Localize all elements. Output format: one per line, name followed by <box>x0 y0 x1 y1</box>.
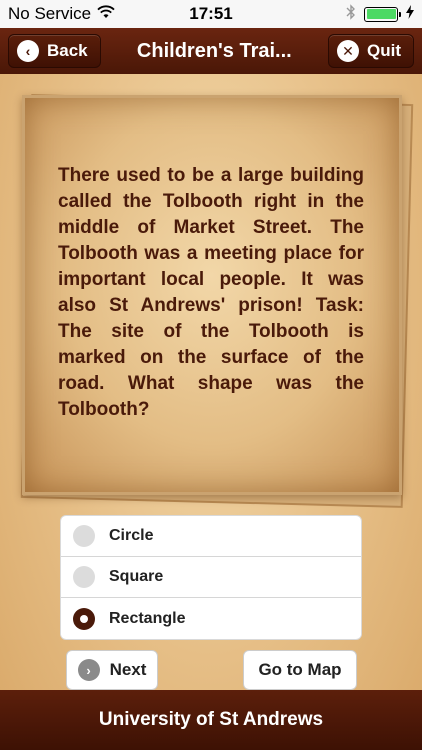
page-title: Children's Trai... <box>136 39 292 62</box>
next-button[interactable]: › Next <box>66 650 158 690</box>
back-button[interactable]: ‹ Back <box>8 34 101 68</box>
option-label: Square <box>109 568 164 585</box>
status-bar: No Service 17:51 <box>0 0 422 28</box>
next-label: Next <box>109 660 147 679</box>
status-time: 17:51 <box>189 4 233 23</box>
radio-button-selected[interactable] <box>73 607 95 630</box>
carrier-label: No Service <box>8 4 92 23</box>
radio-button[interactable] <box>73 525 95 547</box>
battery-icon <box>364 6 401 22</box>
bluetooth-icon <box>346 3 356 25</box>
option-circle[interactable]: Circle <box>61 516 361 557</box>
charging-bolt-icon <box>406 4 414 24</box>
close-icon: ✕ <box>337 40 359 62</box>
chevron-left-icon: ‹ <box>17 40 39 62</box>
question-card: There used to be a large building called… <box>22 95 412 506</box>
quit-button[interactable]: ✕ Quit <box>328 34 414 68</box>
footer-bar: University of St Andrews <box>0 690 422 750</box>
question-text: There used to be a large building called… <box>58 165 364 420</box>
answer-options: Circle Square Rectangle <box>60 515 362 640</box>
back-label: Back <box>47 41 88 60</box>
option-label: Circle <box>109 527 154 544</box>
quit-label: Quit <box>367 41 401 60</box>
option-label: Rectangle <box>109 609 186 627</box>
go-to-map-button[interactable]: Go to Map <box>243 650 357 690</box>
navigation-bar: ‹ Back Children's Trai... ✕ Quit <box>0 28 422 74</box>
footer-text: University of St Andrews <box>98 709 324 730</box>
map-label: Go to Map <box>258 660 342 679</box>
option-square[interactable]: Square <box>61 557 361 598</box>
wifi-icon <box>97 4 115 24</box>
option-rectangle[interactable]: Rectangle <box>61 598 361 639</box>
radio-button[interactable] <box>73 566 95 588</box>
chevron-right-icon: › <box>77 659 100 681</box>
